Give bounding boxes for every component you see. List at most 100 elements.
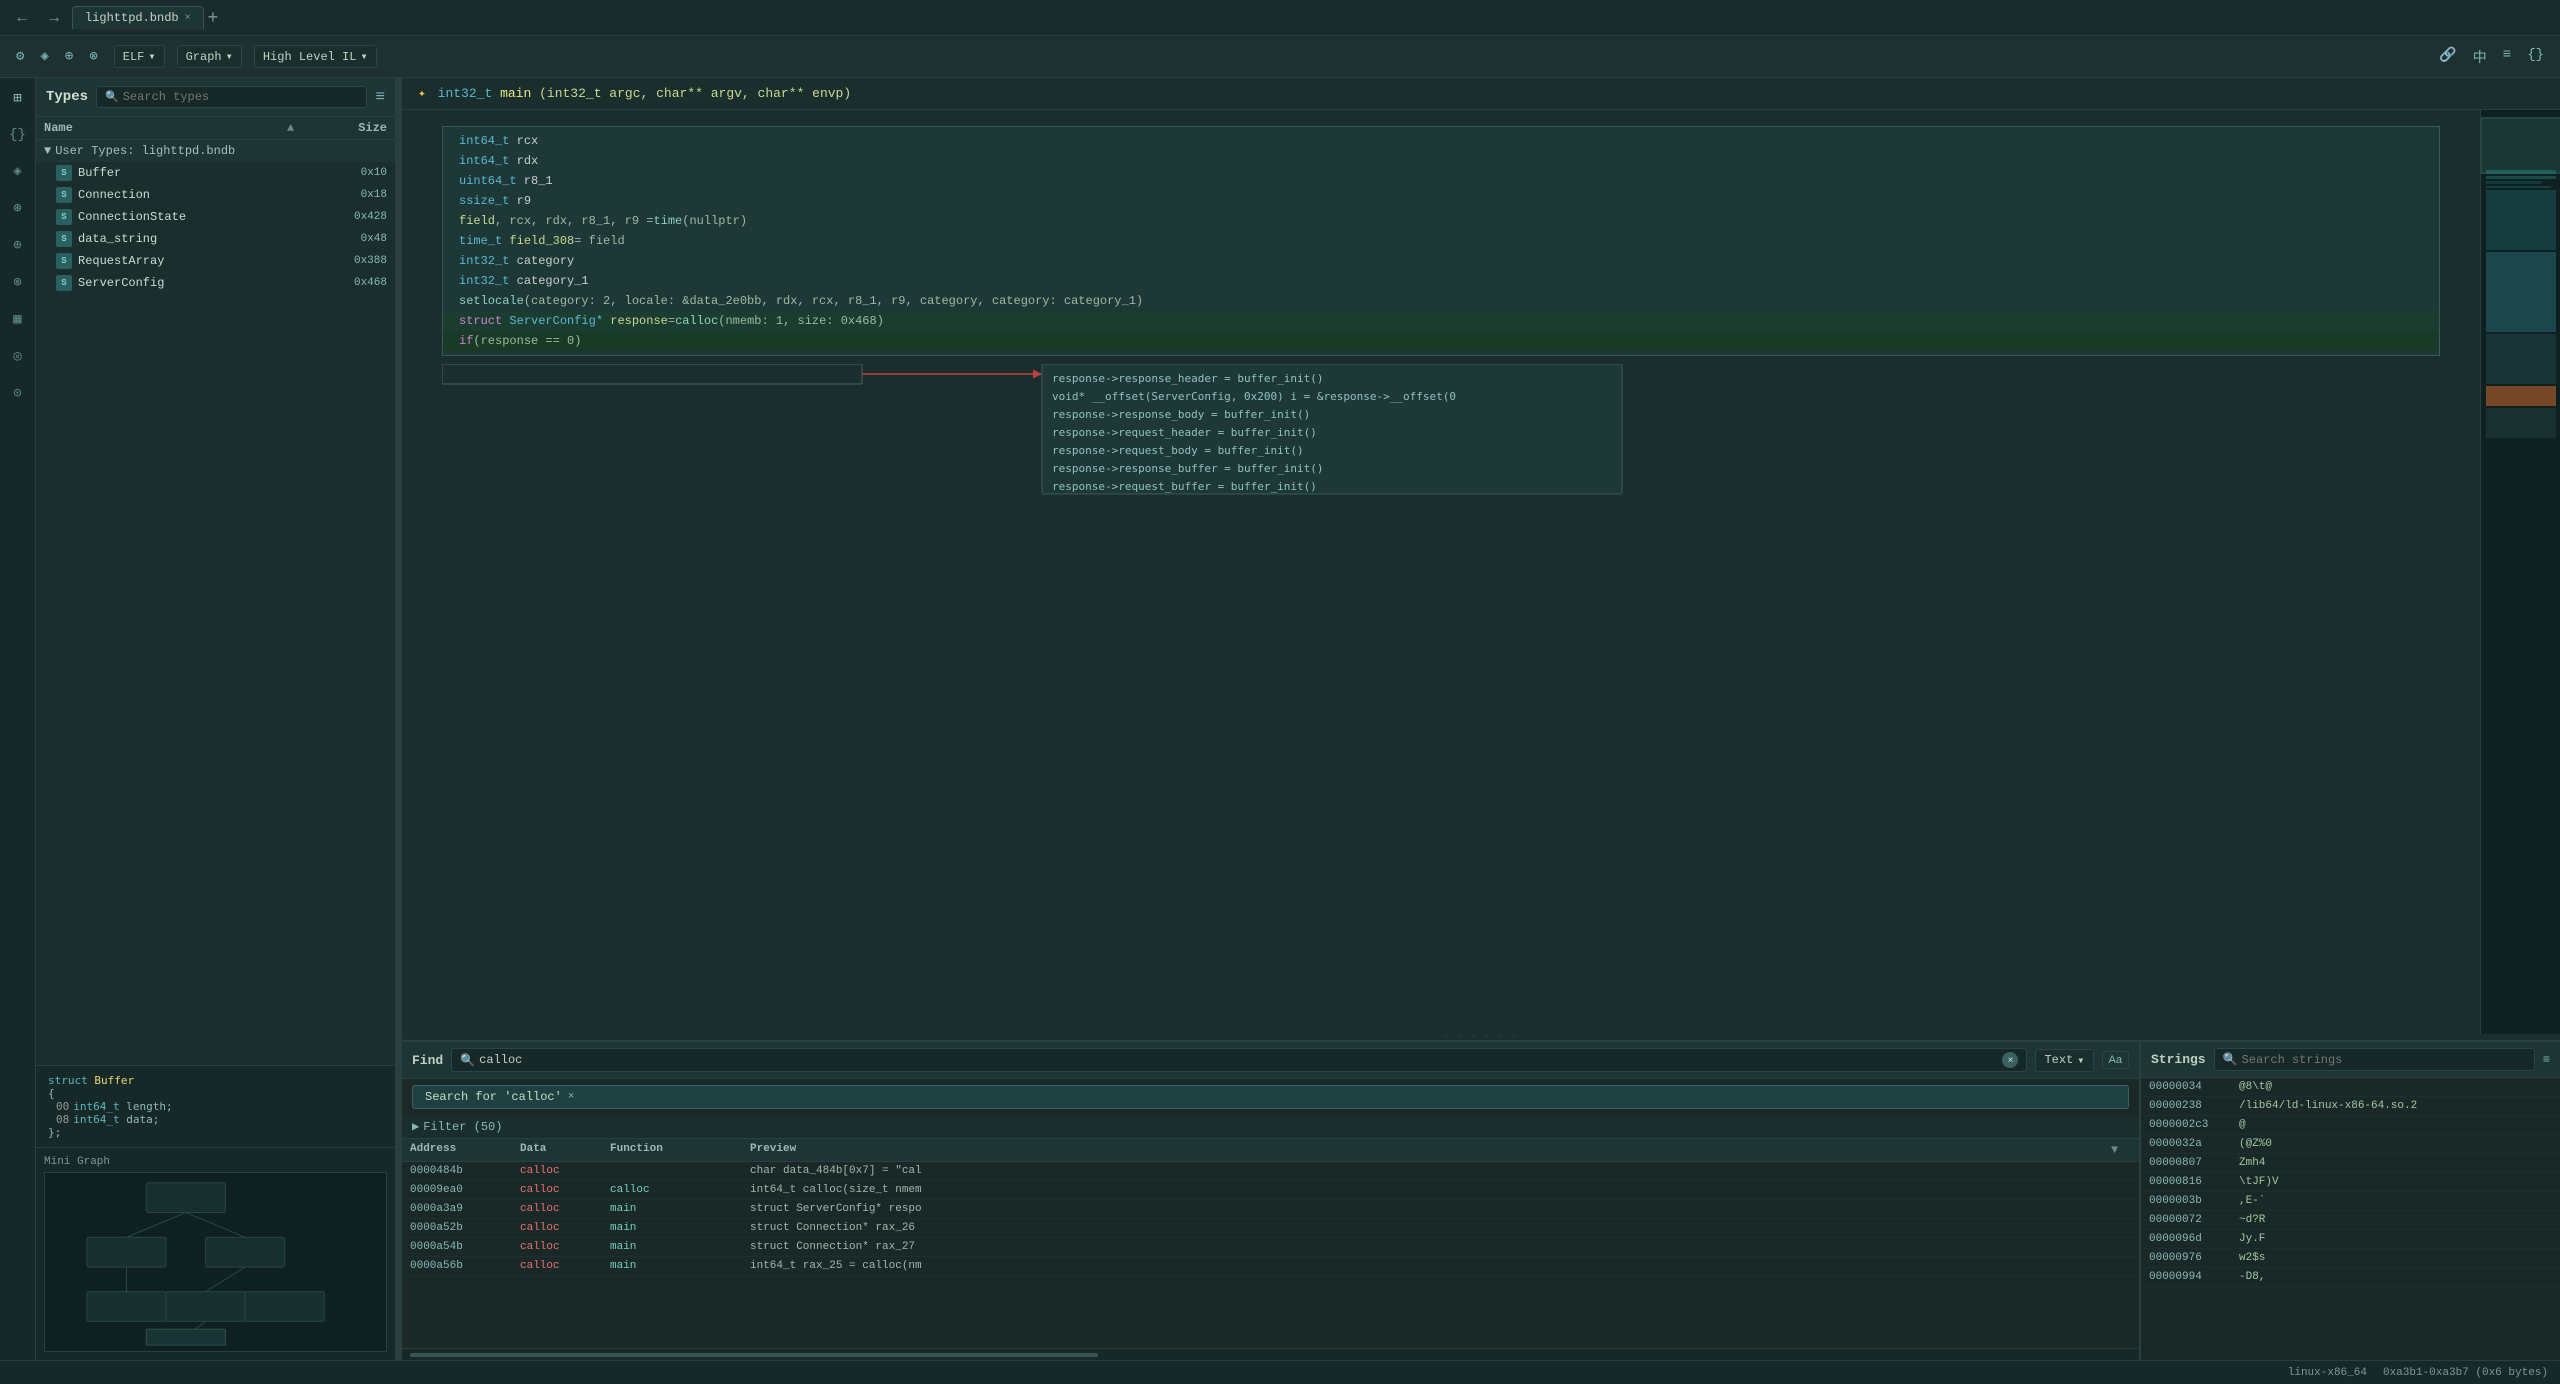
code-minimap[interactable] (2480, 110, 2560, 1034)
col-data-header[interactable]: Data (520, 1143, 610, 1157)
string-row[interactable]: 00000816 \tJF)V (2141, 1173, 2560, 1192)
elf-dropdown[interactable]: ELF ▾ (114, 45, 165, 68)
result-row[interactable]: 0000a56b calloc main int64_t rax_25 = ca… (402, 1257, 2139, 1276)
type-group-header[interactable]: ▼ User Types: lighttpd.bndb (36, 140, 395, 162)
result-row[interactable]: 0000a54b calloc main struct Connection* … (402, 1238, 2139, 1257)
svg-text:response->response_body = buff: response->response_body = buffer_init() (1052, 408, 1310, 421)
search-tag-close[interactable]: × (568, 1091, 575, 1103)
type-row-serverconfig[interactable]: S ServerConfig 0x468 (36, 272, 395, 294)
string-row[interactable]: 00000034 @8\t@ (2141, 1078, 2560, 1097)
filter-header[interactable]: ▶ Filter (50) (402, 1115, 2139, 1139)
func-star-icon: ✦ (418, 86, 426, 101)
types-panel: Types 🔍 ≡ Name ▲ Size ▼ User Types: ligh… (36, 78, 396, 1360)
type-size-connstate: 0x428 (327, 211, 387, 223)
badge-s-connection: S (56, 187, 72, 203)
status-bar: linux-x86_64 0xa3b1-0xa3b7 (0x6 bytes) (0, 1360, 2560, 1384)
sidebar-search-icon[interactable]: ◎ (9, 344, 25, 369)
badge-s-requestarray: S (56, 253, 72, 269)
graph-dropdown[interactable]: Graph ▾ (177, 45, 242, 68)
result-row[interactable]: 0000a3a9 calloc main struct ServerConfig… (402, 1200, 2139, 1219)
cross-ref-icon[interactable]: ⊗ (85, 46, 101, 67)
code-line: int64_t rcx (443, 131, 2439, 151)
sidebar-code-icon[interactable]: {} (5, 123, 30, 147)
sidebar-terminal-icon[interactable]: ⊙ (9, 381, 25, 406)
strings-search-input[interactable] (2242, 1053, 2526, 1067)
plugin-icon[interactable]: {} (2523, 45, 2548, 69)
horizontal-scrollbar[interactable] (402, 1348, 2139, 1360)
types-header: Types 🔍 ≡ (36, 78, 395, 117)
status-arch: linux-x86_64 (2288, 1367, 2367, 1379)
type-size-buffer: 0x10 (327, 167, 387, 179)
hlil-dropdown[interactable]: High Level IL ▾ (254, 45, 377, 68)
back-button[interactable]: ← (8, 7, 36, 29)
find-input[interactable] (479, 1053, 1998, 1067)
types-menu-button[interactable]: ≡ (375, 88, 385, 106)
find-input-wrap[interactable]: 🔍 × (451, 1048, 2027, 1072)
sidebar-debug-icon[interactable]: ⊕ (9, 233, 25, 258)
sort-arrow[interactable]: ▲ (287, 121, 307, 135)
link-icon[interactable]: 🔗 (2435, 45, 2460, 69)
types-search-box[interactable]: 🔍 (96, 86, 367, 108)
svg-text:response->request_header = buf: response->request_header = buffer_init() (1052, 426, 1317, 439)
types-title: Types (46, 89, 88, 105)
type-row-connection[interactable]: S Connection 0x18 (36, 184, 395, 206)
strings-menu-button[interactable]: ≡ (2543, 1053, 2550, 1067)
string-row[interactable]: 00000976 w2$s (2141, 1249, 2560, 1268)
chars-icon[interactable]: 中 (2469, 45, 2491, 69)
string-row[interactable]: 00000994 -D8, (2141, 1268, 2560, 1287)
find-panel: Find 🔍 × Text ▾ Aa Search for 'calloc' (402, 1042, 2140, 1360)
col-function-header[interactable]: Function (610, 1143, 750, 1157)
string-row[interactable]: 00000807 Zmh4 (2141, 1154, 2560, 1173)
code-line-calloc: struct ServerConfig* response = calloc (… (443, 311, 2439, 331)
code-editor[interactable]: int64_t rcx int64_t rdx uint64_t r8_1 ss… (402, 110, 2480, 1034)
filter-arrow: ▶ (412, 1119, 419, 1134)
forward-button[interactable]: → (40, 7, 68, 29)
menu-icon[interactable]: ≡ (2499, 45, 2515, 69)
type-name-connection: Connection (78, 188, 327, 202)
sidebar-tags-icon[interactable]: ◈ (9, 159, 25, 184)
code-line: uint64_t r8_1 (443, 171, 2439, 191)
new-tab-button[interactable]: + (208, 7, 219, 28)
case-sensitive-button[interactable]: Aa (2102, 1051, 2129, 1069)
sidebar-types-icon[interactable]: ⊞ (9, 86, 25, 111)
type-row-buffer[interactable]: S Buffer 0x10 (36, 162, 395, 184)
col-sort-arrow[interactable]: ▼ (2111, 1143, 2131, 1157)
types-search-input[interactable] (123, 90, 359, 104)
string-row[interactable]: 00000072 ~d?R (2141, 1211, 2560, 1230)
string-row[interactable]: 0000032a (@Z%0 (2141, 1135, 2560, 1154)
result-row[interactable]: 00009ea0 calloc calloc int64_t calloc(si… (402, 1181, 2139, 1200)
strings-search-icon: 🔍 (2223, 1052, 2238, 1067)
tab-title: lighttpd.bndb (85, 11, 179, 25)
sidebar-xref-icon[interactable]: ⊗ (9, 270, 25, 295)
strings-search-box[interactable]: 🔍 (2214, 1048, 2535, 1071)
type-dropdown[interactable]: Text ▾ (2035, 1049, 2093, 1072)
type-name-serverconfig: ServerConfig (78, 276, 327, 290)
toolbar-right: 🔗 中 ≡ {} (2435, 45, 2548, 69)
string-row[interactable]: 0000003b ,E-` (2141, 1192, 2560, 1211)
code-line: setlocale (category: 2, locale: &data_2e… (443, 291, 2439, 311)
settings-icon[interactable]: ⚙ (12, 46, 28, 67)
tab-close-button[interactable]: × (185, 13, 191, 24)
bottom-area: Find 🔍 × Text ▾ Aa Search for 'calloc' (402, 1040, 2560, 1360)
svg-text:response->request_body = buffe: response->request_body = buffer_init() (1052, 444, 1304, 457)
type-row-requestarray[interactable]: S RequestArray 0x388 (36, 250, 395, 272)
string-row[interactable]: 0000002c3 @ (2141, 1116, 2560, 1135)
result-row[interactable]: 0000484b calloc char data_484b[0x7] = "c… (402, 1162, 2139, 1181)
tab-lighttpd[interactable]: lighttpd.bndb × (72, 6, 204, 29)
col-preview-header[interactable]: Preview (750, 1143, 2111, 1157)
type-row-datastring[interactable]: S data_string 0x48 (36, 228, 395, 250)
result-row[interactable]: 0000a52b calloc main struct Connection* … (402, 1219, 2139, 1238)
sidebar-patch-icon[interactable]: ▦ (9, 307, 25, 332)
find-clear-button[interactable]: × (2002, 1052, 2018, 1068)
type-row-connectionstate[interactable]: S ConnectionState 0x428 (36, 206, 395, 228)
tag-icon[interactable]: ◈ (36, 46, 52, 67)
results-list: 0000484b calloc char data_484b[0x7] = "c… (402, 1162, 2139, 1348)
col-address-header[interactable]: Address (410, 1143, 520, 1157)
string-row[interactable]: 00000238 /lib64/ld-linux-x86-64.so.2 (2141, 1097, 2560, 1116)
types-search-icon: 🔍 (105, 90, 119, 104)
type-size-serverconfig: 0x468 (327, 277, 387, 289)
string-row[interactable]: 0000096d Jy.F (2141, 1230, 2560, 1249)
strings-panel: Strings 🔍 ≡ 00000034 @8\t@ 00000238 /lib… (2140, 1042, 2560, 1360)
nav-icon[interactable]: ⊕ (61, 46, 77, 67)
sidebar-nav-icon[interactable]: ⊛ (9, 196, 25, 221)
